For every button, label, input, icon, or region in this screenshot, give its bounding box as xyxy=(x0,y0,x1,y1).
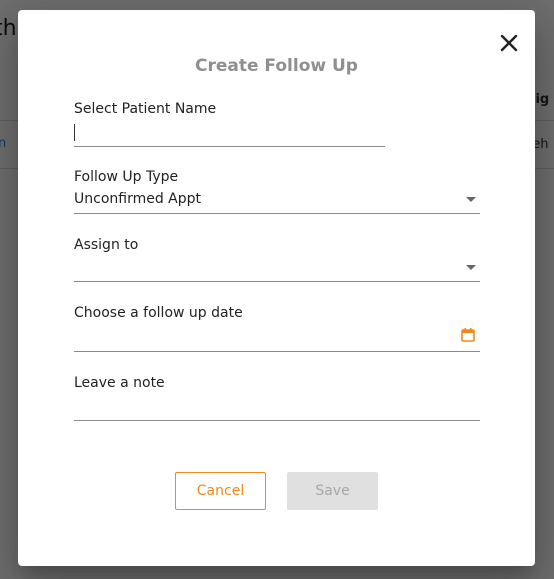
follow-up-type-select[interactable]: Follow Up Type Unconfirmed Appt xyxy=(74,168,480,216)
assign-to-underline xyxy=(74,281,480,282)
follow-up-date-label: Choose a follow up date xyxy=(74,305,243,321)
calendar-icon[interactable] xyxy=(460,327,476,343)
close-button[interactable] xyxy=(498,32,520,54)
create-follow-up-dialog: Create Follow Up Select Patient Name Fol… xyxy=(18,10,535,566)
patient-name-label: Select Patient Name xyxy=(74,101,217,117)
chevron-down-icon[interactable] xyxy=(466,265,476,270)
patient-name-underline xyxy=(74,146,385,147)
patient-name-input[interactable] xyxy=(76,122,376,144)
dialog-title: Create Follow Up xyxy=(195,56,358,76)
text-cursor xyxy=(74,124,75,141)
cancel-button[interactable]: Cancel xyxy=(175,472,266,510)
save-button[interactable]: Save xyxy=(287,472,378,510)
note-underline xyxy=(74,420,480,421)
assign-to-label: Assign to xyxy=(74,237,139,253)
note-label: Leave a note xyxy=(74,375,165,391)
follow-up-type-underline xyxy=(74,213,480,214)
follow-up-type-label: Follow Up Type xyxy=(74,169,179,185)
assign-to-select[interactable]: Assign to xyxy=(74,236,480,284)
close-icon xyxy=(500,34,518,52)
follow-up-type-value: Unconfirmed Appt xyxy=(74,191,202,207)
note-field[interactable]: Leave a note xyxy=(74,374,480,424)
patient-name-field[interactable]: Select Patient Name xyxy=(74,100,385,158)
follow-up-date-field[interactable]: Choose a follow up date xyxy=(74,304,480,354)
follow-up-date-underline xyxy=(74,351,480,352)
chevron-down-icon[interactable] xyxy=(466,197,476,202)
